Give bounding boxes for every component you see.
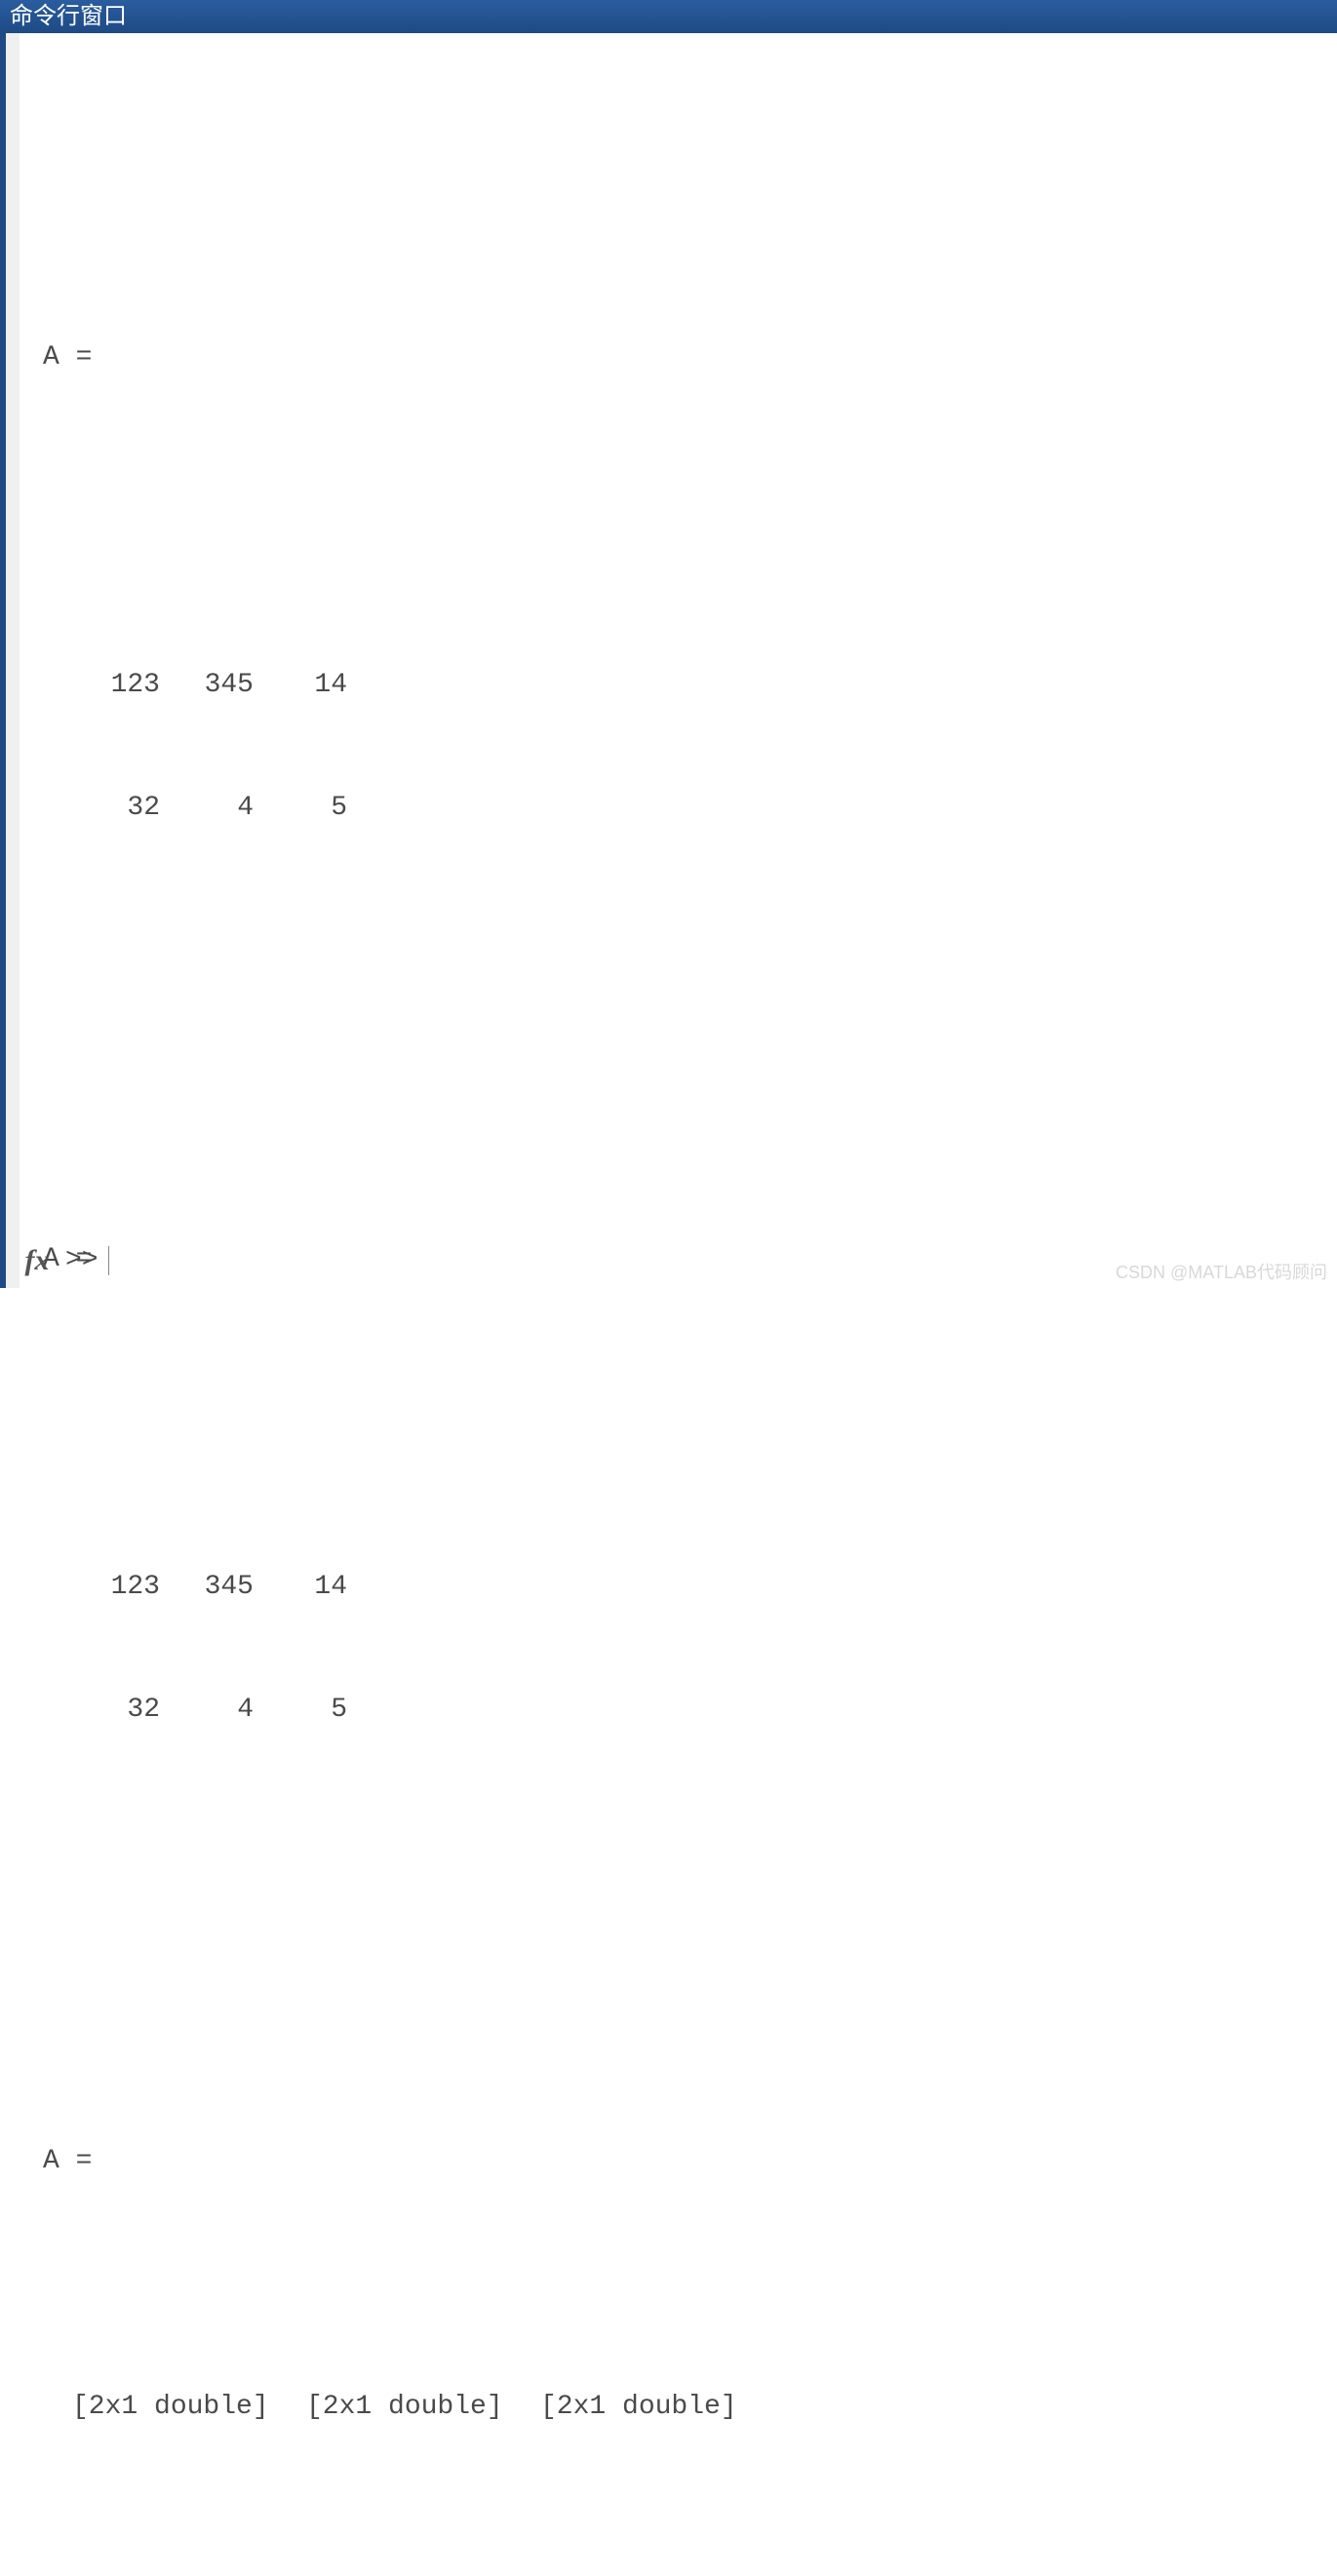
matrix-cell: 14: [265, 1567, 359, 1608]
prompt-symbol: >>: [65, 1240, 98, 1281]
matrix-cell: 4: [172, 1690, 265, 1731]
matrix-cell: 4: [172, 788, 265, 829]
command-output-area[interactable]: A = 123 345 14 32 4 5 A = 123 345 14: [20, 33, 1337, 1288]
window-title-bar: 命令行窗口: [0, 0, 1337, 33]
matrix-cell: 32: [78, 1690, 172, 1731]
cell-item: [2x1 double]: [540, 2387, 774, 2428]
content-area: A = 123 345 14 32 4 5 A = 123 345 14: [0, 33, 1337, 1288]
matrix-cell: 123: [78, 1567, 172, 1608]
input-cursor-icon[interactable]: [108, 1246, 109, 1275]
fx-icon[interactable]: fx: [19, 1238, 56, 1282]
matrix-output: 123 345 14 32 4 5: [43, 583, 1337, 911]
variable-label: A =: [43, 2141, 1337, 2182]
matrix-row: 32 4 5: [78, 1690, 1337, 1731]
matrix-row: 32 4 5: [78, 788, 1337, 829]
matrix-cell: 32: [78, 788, 172, 829]
variable-label: A =: [43, 337, 1337, 378]
matrix-row: 123 345 14: [78, 1567, 1337, 1608]
gutter: [6, 33, 20, 1288]
matrix-cell: 345: [172, 1567, 265, 1608]
window-title: 命令行窗口: [10, 3, 127, 29]
matrix-cell: 5: [265, 1690, 359, 1731]
cell-item: [2x1 double]: [306, 2387, 540, 2428]
cell-array-output: [2x1 double] [2x1 double] [2x1 double]: [43, 2387, 1337, 2428]
cell-item: [2x1 double]: [72, 2387, 306, 2428]
matrix-row: 123 345 14: [78, 665, 1337, 706]
matrix-cell: 123: [78, 665, 172, 706]
matrix-cell: 14: [265, 665, 359, 706]
matrix-output: 123 345 14 32 4 5: [43, 1485, 1337, 1813]
watermark: CSDN @MATLAB代码顾问: [1116, 1259, 1327, 1284]
matrix-cell: 345: [172, 665, 265, 706]
matrix-cell: 5: [265, 788, 359, 829]
